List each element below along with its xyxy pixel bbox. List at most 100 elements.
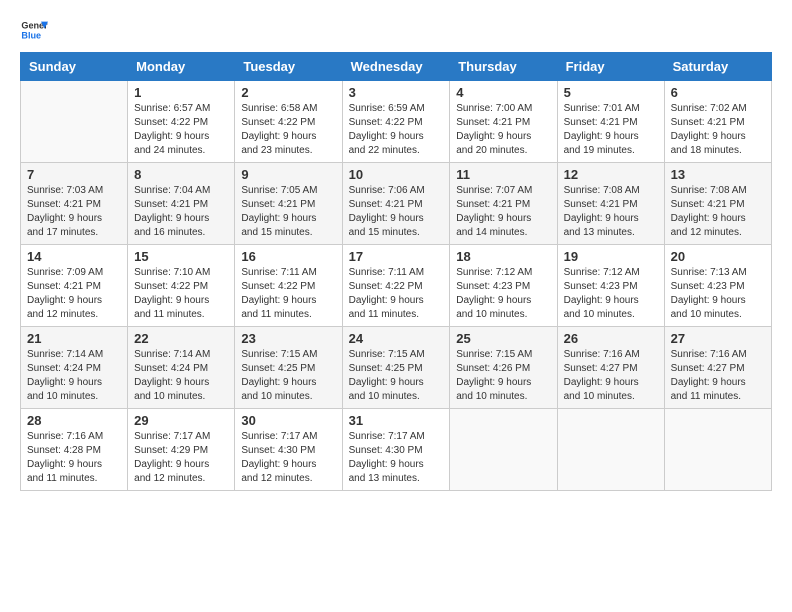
day-info: Sunrise: 7:12 AM Sunset: 4:23 PM Dayligh… [456, 266, 550, 322]
day-info: Sunrise: 7:11 AM Sunset: 4:22 PM Dayligh… [349, 266, 444, 322]
day-number: 15 [134, 249, 228, 264]
day-number: 23 [241, 331, 335, 346]
day-number: 24 [349, 331, 444, 346]
calendar-day-header: Tuesday [235, 53, 342, 81]
calendar-day-cell: 3 Sunrise: 6:59 AM Sunset: 4:22 PM Daylig… [342, 81, 450, 163]
day-info: Sunrise: 7:15 AM Sunset: 4:26 PM Dayligh… [456, 348, 550, 404]
calendar-day-header: Monday [128, 53, 235, 81]
day-info: Sunrise: 7:17 AM Sunset: 4:29 PM Dayligh… [134, 430, 228, 486]
day-number: 16 [241, 249, 335, 264]
page-header: General Blue [20, 16, 772, 44]
calendar-day-header: Friday [557, 53, 664, 81]
day-info: Sunrise: 7:15 AM Sunset: 4:25 PM Dayligh… [349, 348, 444, 404]
day-number: 25 [456, 331, 550, 346]
calendar-day-cell: 2 Sunrise: 6:58 AM Sunset: 4:22 PM Daylig… [235, 81, 342, 163]
calendar-day-header: Sunday [21, 53, 128, 81]
calendar-day-cell: 23 Sunrise: 7:15 AM Sunset: 4:25 PM Dayli… [235, 327, 342, 409]
calendar-day-cell: 5Sunrise: 7:01 AM Sunset: 4:21 PM Daylig… [557, 81, 664, 163]
calendar-day-cell [450, 409, 557, 491]
day-number: 29 [134, 413, 228, 428]
calendar-day-cell: 10 Sunrise: 7:06 AM Sunset: 4:21 PM Dayli… [342, 163, 450, 245]
logo: General Blue [20, 16, 48, 44]
calendar-header-row: SundayMondayTuesdayWednesdayThursdayFrid… [21, 53, 772, 81]
calendar-day-cell: 13 Sunrise: 7:08 AM Sunset: 4:21 PM Dayli… [664, 163, 771, 245]
day-number: 11 [456, 167, 550, 182]
calendar-day-cell: 12 Sunrise: 7:08 AM Sunset: 4:21 PM Dayli… [557, 163, 664, 245]
day-info: Sunrise: 7:08 AM Sunset: 4:21 PM Dayligh… [564, 184, 658, 240]
calendar-table: SundayMondayTuesdayWednesdayThursdayFrid… [20, 52, 772, 491]
day-number: 17 [349, 249, 444, 264]
day-number: 9 [241, 167, 335, 182]
calendar-day-header: Wednesday [342, 53, 450, 81]
calendar-day-cell: 11 Sunrise: 7:07 AM Sunset: 4:21 PM Dayli… [450, 163, 557, 245]
calendar-day-cell: 24 Sunrise: 7:15 AM Sunset: 4:25 PM Dayli… [342, 327, 450, 409]
day-info: Sunrise: 7:04 AM Sunset: 4:21 PM Dayligh… [134, 184, 228, 240]
day-info: Sunrise: 6:59 AM Sunset: 4:22 PM Dayligh… [349, 102, 444, 158]
calendar-day-cell: 30 Sunrise: 7:17 AM Sunset: 4:30 PM Dayli… [235, 409, 342, 491]
day-info: Sunrise: 7:16 AM Sunset: 4:28 PM Dayligh… [27, 430, 121, 486]
day-info: Sunrise: 7:17 AM Sunset: 4:30 PM Dayligh… [349, 430, 444, 486]
day-info: Sunrise: 7:06 AM Sunset: 4:21 PM Dayligh… [349, 184, 444, 240]
day-info: Sunrise: 7:05 AM Sunset: 4:21 PM Dayligh… [241, 184, 335, 240]
calendar-day-cell: 21Sunrise: 7:14 AM Sunset: 4:24 PM Dayli… [21, 327, 128, 409]
day-number: 14 [27, 249, 121, 264]
calendar-week-row: 1Sunrise: 6:57 AM Sunset: 4:22 PM Daylig… [21, 81, 772, 163]
day-number: 13 [671, 167, 765, 182]
calendar-body: 1Sunrise: 6:57 AM Sunset: 4:22 PM Daylig… [21, 81, 772, 491]
calendar-day-header: Saturday [664, 53, 771, 81]
day-number: 22 [134, 331, 228, 346]
calendar-day-cell: 14 Sunrise: 7:09 AM Sunset: 4:21 PM Dayli… [21, 245, 128, 327]
calendar-day-cell: 16Sunrise: 7:11 AM Sunset: 4:22 PM Dayli… [235, 245, 342, 327]
calendar-day-cell: 4Sunrise: 7:00 AM Sunset: 4:21 PM Daylig… [450, 81, 557, 163]
day-info: Sunrise: 7:16 AM Sunset: 4:27 PM Dayligh… [671, 348, 765, 404]
calendar-day-cell: 22 Sunrise: 7:14 AM Sunset: 4:24 PM Dayli… [128, 327, 235, 409]
day-number: 31 [349, 413, 444, 428]
calendar-week-row: 21 Sunrise: 7:14 AM Sunset: 4:24 PM Dayli… [21, 327, 772, 409]
day-number: 30 [241, 413, 335, 428]
day-number: 1 [134, 85, 228, 100]
day-info: Sunrise: 7:15 AM Sunset: 4:25 PM Dayligh… [241, 348, 335, 404]
calendar-day-cell: 31 Sunrise: 7:17 AM Sunset: 4:30 PM Dayli… [342, 409, 450, 491]
day-number: 12 [564, 167, 658, 182]
calendar-day-cell: 19 Sunrise: 7:12 AM Sunset: 4:23 PM Dayli… [557, 245, 664, 327]
day-info: Sunrise: 7:16 AM Sunset: 4:27 PM Dayligh… [564, 348, 658, 404]
calendar-day-cell: 9 Sunrise: 7:05 AM Sunset: 4:21 PM Daylig… [235, 163, 342, 245]
day-info: Sunrise: 7:07 AM Sunset: 4:21 PM Dayligh… [456, 184, 550, 240]
day-number: 27 [671, 331, 765, 346]
day-info: Sunrise: 7:08 AM Sunset: 4:21 PM Dayligh… [671, 184, 765, 240]
day-number: 20 [671, 249, 765, 264]
day-info: Sunrise: 6:58 AM Sunset: 4:22 PM Dayligh… [241, 102, 335, 158]
day-info: Sunrise: 7:00 AM Sunset: 4:21 PM Dayligh… [456, 102, 550, 158]
calendar-day-cell: 27 Sunrise: 7:16 AM Sunset: 4:27 PM Dayli… [664, 327, 771, 409]
day-number: 19 [564, 249, 658, 264]
calendar-day-cell: 20Sunrise: 7:13 AM Sunset: 4:23 PM Dayli… [664, 245, 771, 327]
calendar-day-cell: 17 Sunrise: 7:11 AM Sunset: 4:22 PM Dayli… [342, 245, 450, 327]
day-number: 8 [134, 167, 228, 182]
day-number: 21 [27, 331, 121, 346]
calendar-day-cell: 1Sunrise: 6:57 AM Sunset: 4:22 PM Daylig… [128, 81, 235, 163]
calendar-week-row: 28Sunrise: 7:16 AM Sunset: 4:28 PM Dayli… [21, 409, 772, 491]
day-number: 2 [241, 85, 335, 100]
day-info: Sunrise: 7:10 AM Sunset: 4:22 PM Dayligh… [134, 266, 228, 322]
calendar-day-cell: 7 Sunrise: 7:03 AM Sunset: 4:21 PM Daylig… [21, 163, 128, 245]
calendar-day-cell: 28Sunrise: 7:16 AM Sunset: 4:28 PM Dayli… [21, 409, 128, 491]
day-info: Sunrise: 7:03 AM Sunset: 4:21 PM Dayligh… [27, 184, 121, 240]
svg-text:Blue: Blue [21, 30, 41, 40]
day-number: 18 [456, 249, 550, 264]
day-number: 7 [27, 167, 121, 182]
logo-icon: General Blue [20, 16, 48, 44]
calendar-day-cell: 26Sunrise: 7:16 AM Sunset: 4:27 PM Dayli… [557, 327, 664, 409]
day-info: Sunrise: 7:09 AM Sunset: 4:21 PM Dayligh… [27, 266, 121, 322]
calendar-day-cell: 29 Sunrise: 7:17 AM Sunset: 4:29 PM Dayli… [128, 409, 235, 491]
day-number: 3 [349, 85, 444, 100]
day-info: Sunrise: 7:17 AM Sunset: 4:30 PM Dayligh… [241, 430, 335, 486]
day-number: 10 [349, 167, 444, 182]
day-info: Sunrise: 7:12 AM Sunset: 4:23 PM Dayligh… [564, 266, 658, 322]
day-info: Sunrise: 7:14 AM Sunset: 4:24 PM Dayligh… [134, 348, 228, 404]
calendar-week-row: 7 Sunrise: 7:03 AM Sunset: 4:21 PM Daylig… [21, 163, 772, 245]
calendar-day-cell: 25 Sunrise: 7:15 AM Sunset: 4:26 PM Dayli… [450, 327, 557, 409]
calendar-day-cell [664, 409, 771, 491]
calendar-day-cell: 15 Sunrise: 7:10 AM Sunset: 4:22 PM Dayli… [128, 245, 235, 327]
day-info: Sunrise: 7:01 AM Sunset: 4:21 PM Dayligh… [564, 102, 658, 158]
calendar-week-row: 14 Sunrise: 7:09 AM Sunset: 4:21 PM Dayli… [21, 245, 772, 327]
